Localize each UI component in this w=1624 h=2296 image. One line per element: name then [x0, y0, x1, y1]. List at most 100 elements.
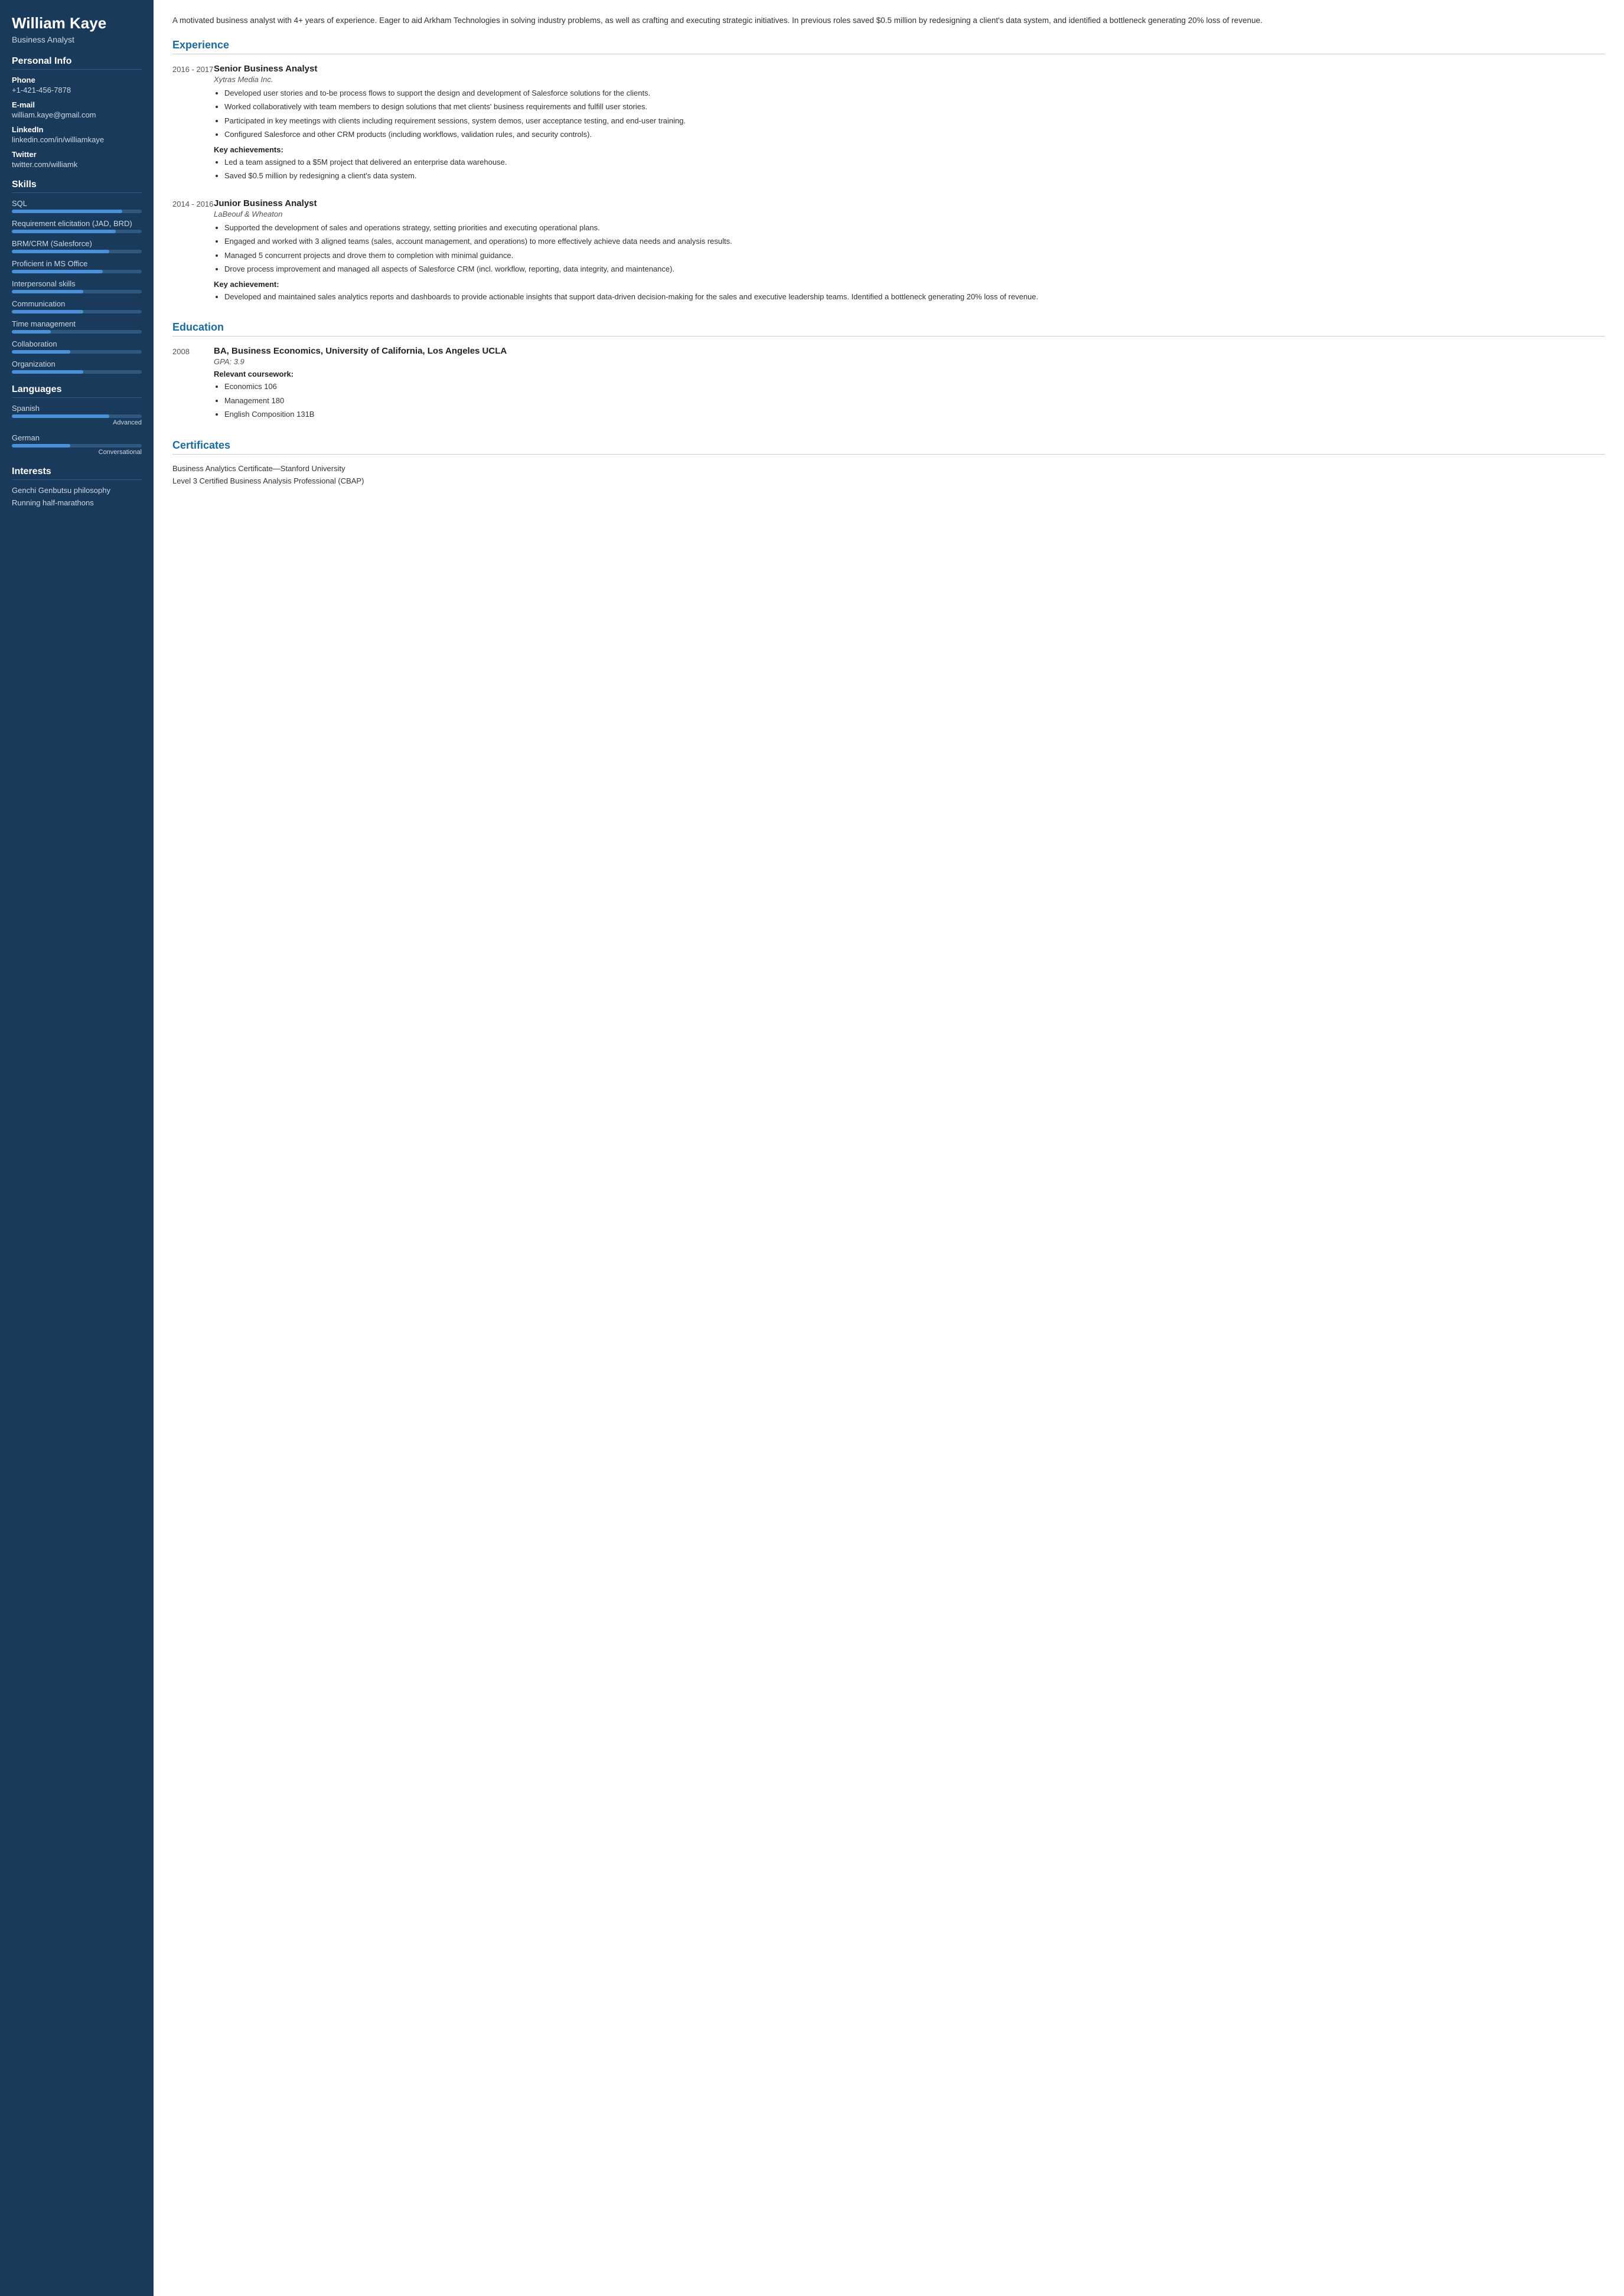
- key-achievement-bullet: English Composition 131B: [224, 409, 1605, 420]
- skill-item: BRM/CRM (Salesforce): [12, 239, 142, 253]
- interests-section-title: Interests: [12, 466, 142, 480]
- key-achievement-bullets: Economics 106 Management 180 English Compo…: [214, 381, 1605, 420]
- entry-title: Junior Business Analyst: [214, 198, 1605, 208]
- language-bar-fill: [12, 414, 109, 418]
- certificate-item: Level 3 Certified Business Analysis Prof…: [172, 476, 1605, 485]
- skill-bar-fill: [12, 290, 83, 293]
- languages-container: Spanish Advanced German Conversational: [12, 404, 142, 456]
- language-item: Spanish Advanced: [12, 404, 142, 426]
- certificates-section: Certificates Business Analytics Certific…: [172, 439, 1605, 485]
- language-bar-bg: [12, 414, 142, 418]
- skill-item: Requirement elicitation (JAD, BRD): [12, 219, 142, 233]
- entry-org: Xytras Media Inc.: [214, 75, 1605, 84]
- personal-info-field: LinkedInlinkedin.com/in/williamkaye: [12, 125, 142, 144]
- education-section: Education 2008BA, Business Economics, Un…: [172, 321, 1605, 425]
- skill-item: Communication: [12, 299, 142, 313]
- language-item: German Conversational: [12, 433, 142, 456]
- skill-item: Proficient in MS Office: [12, 259, 142, 273]
- entry-content: BA, Business Economics, University of Ca…: [214, 346, 1605, 425]
- sidebar: William Kaye Business Analyst Personal I…: [0, 0, 154, 2296]
- entry-bullets: Supported the development of sales and o…: [214, 222, 1605, 275]
- skill-bar-bg: [12, 370, 142, 374]
- skill-item: Organization: [12, 360, 142, 374]
- education-section-title: Education: [172, 321, 1605, 337]
- info-label: Twitter: [12, 150, 142, 159]
- experience-section-title: Experience: [172, 39, 1605, 54]
- entry-org: LaBeouf & Wheaton: [214, 210, 1605, 218]
- entry-content: Senior Business AnalystXytras Media Inc.…: [214, 64, 1605, 187]
- personal-info-field: Phone +1-421-456-7878: [12, 76, 142, 94]
- certificate-item: Business Analytics Certificate—Stanford …: [172, 464, 1605, 473]
- interest-item: Running half-marathons: [12, 498, 142, 507]
- key-achievement-label: Key achievements:: [214, 145, 1605, 154]
- skill-name: Communication: [12, 299, 142, 308]
- interests-container: Genchi Genbutsu philosophyRunning half-m…: [12, 486, 142, 507]
- info-value: linkedin.com/in/williamkaye: [12, 135, 142, 144]
- entry-title: BA, Business Economics, University of Ca…: [214, 346, 1605, 356]
- personal-info-fields: Phone +1-421-456-7878 E-mailwilliam.kaye@g…: [12, 76, 142, 169]
- skill-bar-bg: [12, 210, 142, 213]
- skill-item: Interpersonal skills: [12, 279, 142, 293]
- key-achievement-bullet: Management 180: [224, 395, 1605, 407]
- skill-bar-bg: [12, 270, 142, 273]
- language-bar-bg: [12, 444, 142, 448]
- skill-item: SQL: [12, 199, 142, 213]
- certificates-section-title: Certificates: [172, 439, 1605, 455]
- skill-bar-bg: [12, 230, 142, 233]
- info-label: LinkedIn: [12, 125, 142, 134]
- summary-text: A motivated business analyst with 4+ yea…: [172, 14, 1605, 27]
- entry-bullet: Managed 5 concurrent projects and drove …: [224, 250, 1605, 262]
- skill-item: Collaboration: [12, 339, 142, 354]
- candidate-title: Business Analyst: [12, 35, 142, 44]
- experience-entries: 2016 - 2017Senior Business AnalystXytras…: [172, 64, 1605, 308]
- skill-bar-bg: [12, 250, 142, 253]
- skill-bar-fill: [12, 370, 83, 374]
- certificates-list: Business Analytics Certificate—Stanford …: [172, 464, 1605, 485]
- entry-bullet: Drove process improvement and managed al…: [224, 263, 1605, 275]
- language-level: Conversational: [12, 449, 142, 456]
- skill-bar-fill: [12, 310, 83, 313]
- skills-section-title: Skills: [12, 179, 142, 193]
- info-label: E-mail: [12, 100, 142, 109]
- key-achievement-label: Key achievement:: [214, 280, 1605, 289]
- skill-name: Requirement elicitation (JAD, BRD): [12, 219, 142, 228]
- entry-title: Senior Business Analyst: [214, 64, 1605, 74]
- skill-bar-fill: [12, 350, 70, 354]
- key-achievement-label: Relevant coursework:: [214, 370, 1605, 378]
- entry-bullet: Engaged and worked with 3 aligned teams …: [224, 236, 1605, 247]
- entry-bullet: Supported the development of sales and o…: [224, 222, 1605, 234]
- info-value: twitter.com/williamk: [12, 160, 142, 169]
- personal-info-field: E-mailwilliam.kaye@gmail.com: [12, 100, 142, 119]
- entry: 2014 - 2016Junior Business AnalystLaBeou…: [172, 198, 1605, 308]
- language-bar-fill: [12, 444, 70, 448]
- skill-bar-bg: [12, 350, 142, 354]
- entry-content: Junior Business Analyst LaBeouf & Wheaton…: [214, 198, 1605, 308]
- language-level: Advanced: [12, 419, 142, 426]
- key-achievement-bullet: Led a team assigned to a $5M project tha…: [224, 156, 1605, 168]
- entry-bullet: Worked collaboratively with team members…: [224, 101, 1605, 113]
- skill-bar-bg: [12, 330, 142, 334]
- skill-name: SQL: [12, 199, 142, 208]
- key-achievement-bullets: Developed and maintained sales analytics…: [214, 291, 1605, 303]
- info-value: +1-421-456-7878: [12, 86, 142, 94]
- key-achievement-bullets: Led a team assigned to a $5M project tha…: [214, 156, 1605, 182]
- skill-bar-fill: [12, 210, 122, 213]
- key-achievement-bullet: Developed and maintained sales analytics…: [224, 291, 1605, 303]
- entry: 2016 - 2017Senior Business AnalystXytras…: [172, 64, 1605, 187]
- skill-name: Organization: [12, 360, 142, 368]
- experience-section: Experience 2016 - 2017Senior Business An…: [172, 39, 1605, 308]
- skill-bar-fill: [12, 330, 51, 334]
- info-label: Phone: [12, 76, 142, 84]
- entry: 2008BA, Business Economics, University o…: [172, 346, 1605, 425]
- candidate-name: William Kaye: [12, 14, 142, 32]
- language-name: Spanish: [12, 404, 142, 413]
- personal-info-field: Twittertwitter.com/williamk: [12, 150, 142, 169]
- entry-bullets: Developed user stories and to-be process…: [214, 87, 1605, 141]
- entry-bullet: Participated in key meetings with client…: [224, 115, 1605, 127]
- skill-bar-fill: [12, 250, 109, 253]
- skill-bar-fill: [12, 230, 116, 233]
- entry-org: GPA: 3.9: [214, 357, 1605, 366]
- entry-date: 2008: [172, 346, 214, 425]
- language-name: German: [12, 433, 142, 442]
- key-achievement-bullet: Economics 106: [224, 381, 1605, 393]
